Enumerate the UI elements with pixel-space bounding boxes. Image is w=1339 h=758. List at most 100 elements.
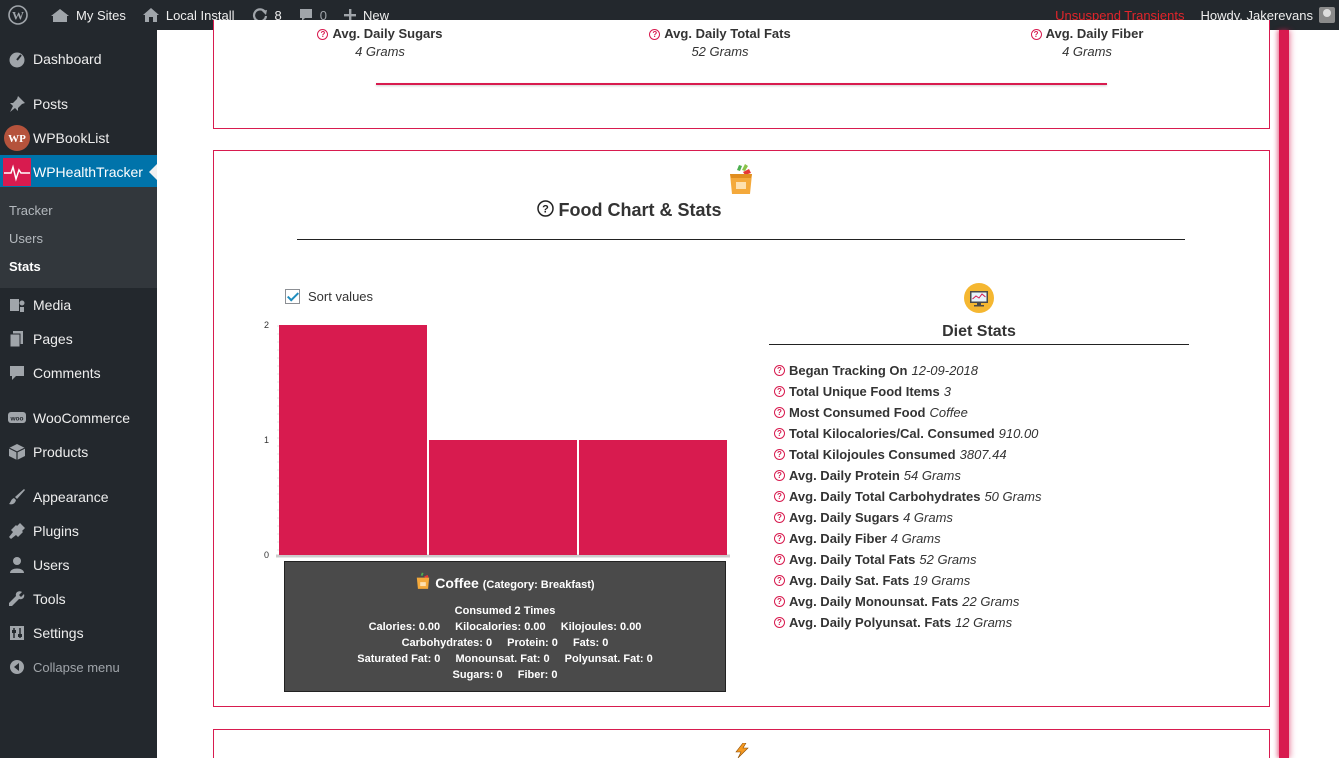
- help-icon[interactable]: ?: [774, 407, 785, 418]
- diet-stats-title: Diet Stats: [942, 323, 1016, 340]
- menu-users[interactable]: Users: [0, 548, 157, 582]
- submenu-users[interactable]: Users: [9, 231, 43, 246]
- chart-bar[interactable]: [429, 440, 577, 555]
- diet-stat-label: Total Kilocalories/Cal. Consumed: [789, 426, 995, 441]
- admin-menu: Dashboard Posts WP WPBookList WPHealthTr…: [0, 30, 157, 758]
- diet-stat-row: ? Avg. Daily Protein 54 Grams: [774, 465, 1042, 486]
- help-icon[interactable]: ?: [649, 29, 661, 40]
- title-underline: [297, 239, 1185, 240]
- menu-media[interactable]: Media: [0, 288, 157, 322]
- top-stat-value: 4 Grams: [1062, 44, 1112, 59]
- wordpress-logo-icon: W: [8, 5, 28, 25]
- help-icon[interactable]: ?: [774, 449, 785, 460]
- lightning-icon: [735, 743, 749, 758]
- avatar[interactable]: [1319, 7, 1335, 23]
- diet-stat-value: 4 Grams: [890, 531, 941, 546]
- help-icon[interactable]: ?: [317, 29, 329, 40]
- food-bar-chart: 0 1 2: [264, 320, 730, 560]
- diet-stats-list: ? Began Tracking On 12-09-2018? Total Uniqu…: [774, 360, 1042, 633]
- help-icon[interactable]: ?: [774, 491, 785, 502]
- diet-stat-value: 22 Grams: [962, 594, 1020, 609]
- chart-bar[interactable]: [279, 325, 427, 555]
- menu-users-label: Users: [33, 557, 70, 573]
- diet-stat-label: Began Tracking On: [789, 363, 908, 378]
- diet-stat-label: Avg. Daily Monounsat. Fats: [789, 594, 959, 609]
- menu-wpbooklist-label: WPBookList: [33, 130, 110, 146]
- help-icon[interactable]: ?: [774, 470, 785, 481]
- tooltip-fiber: Fiber: 0: [517, 669, 558, 681]
- diet-stat-value: 50 Grams: [984, 489, 1042, 504]
- diet-stat-value: 12 Grams: [955, 615, 1013, 630]
- tooltip-polyunsat: Polyunsat. Fat: 0: [564, 653, 653, 665]
- menu-wpbooklist[interactable]: WP WPBookList: [0, 121, 157, 155]
- top-stat-label: Avg. Daily Fiber: [1045, 26, 1144, 41]
- menu-wphealthtracker[interactable]: WPHealthTracker: [0, 155, 157, 189]
- help-icon[interactable]: ?: [774, 365, 785, 376]
- menu-dashboard[interactable]: Dashboard: [0, 42, 157, 76]
- submenu-stats[interactable]: Stats: [9, 259, 41, 274]
- help-icon[interactable]: ?: [774, 575, 785, 586]
- menu-plugins-label: Plugins: [33, 523, 79, 539]
- heartbeat-icon: [0, 158, 33, 186]
- svg-text:woo: woo: [9, 416, 23, 423]
- tooltip-food-name: Coffee: [435, 575, 479, 591]
- menu-pages[interactable]: Pages: [0, 322, 157, 356]
- wordpress-logo-button[interactable]: W: [0, 0, 42, 30]
- paintbrush-icon: [0, 488, 33, 506]
- menu-tools-label: Tools: [33, 591, 66, 607]
- chart-bar[interactable]: [579, 440, 727, 555]
- top-stat-total-fats: ? Avg. Daily Total Fats 52 Grams: [620, 26, 820, 59]
- help-icon[interactable]: ?: [774, 386, 785, 397]
- menu-woocommerce-label: WooCommerce: [33, 410, 130, 426]
- user-icon: [0, 556, 33, 574]
- menu-plugins[interactable]: Plugins: [0, 514, 157, 548]
- menu-comments[interactable]: Comments: [0, 356, 157, 390]
- diet-stat-label: Avg. Daily Total Carbohydrates: [789, 489, 981, 504]
- help-icon[interactable]: ?: [774, 617, 785, 628]
- diet-stat-label: Avg. Daily Polyunsat. Fats: [789, 615, 952, 630]
- accent-border: [1279, 30, 1289, 758]
- diet-stats-underline: [769, 344, 1189, 345]
- help-icon[interactable]: ?: [774, 533, 785, 544]
- diet-stat-label: Most Consumed Food: [789, 405, 926, 420]
- diet-stat-value: 12-09-2018: [911, 363, 978, 378]
- svg-text:?: ?: [543, 204, 550, 216]
- menu-appearance[interactable]: Appearance: [0, 480, 157, 514]
- help-icon[interactable]: ?: [774, 428, 785, 439]
- menu-posts[interactable]: Posts: [0, 87, 157, 121]
- svg-text:WP: WP: [8, 133, 26, 145]
- settings-sliders-icon: [0, 624, 33, 642]
- help-circle-icon[interactable]: ?: [537, 200, 555, 217]
- diet-stat-label: Avg. Daily Total Fats: [789, 552, 916, 567]
- tooltip-calories: Calories: 0.00: [368, 621, 441, 633]
- tooltip-monounsat: Monounsat. Fat: 0: [455, 653, 550, 665]
- tooltip-carbohydrates: Carbohydrates: 0: [401, 637, 493, 649]
- menu-appearance-label: Appearance: [33, 489, 109, 505]
- help-icon[interactable]: ?: [774, 554, 785, 565]
- top-stat-label: Avg. Daily Sugars: [332, 26, 443, 41]
- help-icon[interactable]: ?: [774, 512, 785, 523]
- top-stat-value: 4 Grams: [355, 44, 405, 59]
- collapse-menu-button[interactable]: Collapse menu: [0, 650, 157, 684]
- menu-products[interactable]: Products: [0, 435, 157, 469]
- pushpin-icon: [0, 95, 33, 113]
- help-icon[interactable]: ?: [1030, 29, 1042, 40]
- help-icon[interactable]: ?: [774, 596, 785, 607]
- top-stat-sugars: ? Avg. Daily Sugars 4 Grams: [280, 26, 480, 59]
- menu-tools[interactable]: Tools: [0, 582, 157, 616]
- tooltip-saturated: Saturated Fat: 0: [357, 653, 441, 665]
- diet-stat-label: Avg. Daily Protein: [789, 468, 900, 483]
- diet-stat-row: ? Total Kilocalories/Cal. Consumed 910.00: [774, 423, 1042, 444]
- monitor-chart-icon: [964, 283, 994, 313]
- diet-stat-value: 52 Grams: [919, 552, 977, 567]
- menu-settings[interactable]: Settings: [0, 616, 157, 650]
- sort-values-checkbox[interactable]: [285, 289, 300, 304]
- dashboard-icon: [0, 50, 33, 68]
- my-sites-menu[interactable]: My Sites: [42, 0, 134, 30]
- top-stat-fiber: ? Avg. Daily Fiber 4 Grams: [987, 26, 1187, 59]
- diet-stat-value: 910.00: [998, 426, 1039, 441]
- wpbooklist-logo-icon: WP: [0, 124, 33, 152]
- diet-stat-row: ? Avg. Daily Sat. Fats 19 Grams: [774, 570, 1042, 591]
- menu-woocommerce[interactable]: woo WooCommerce: [0, 401, 157, 435]
- diet-stat-value: 4 Grams: [903, 510, 953, 525]
